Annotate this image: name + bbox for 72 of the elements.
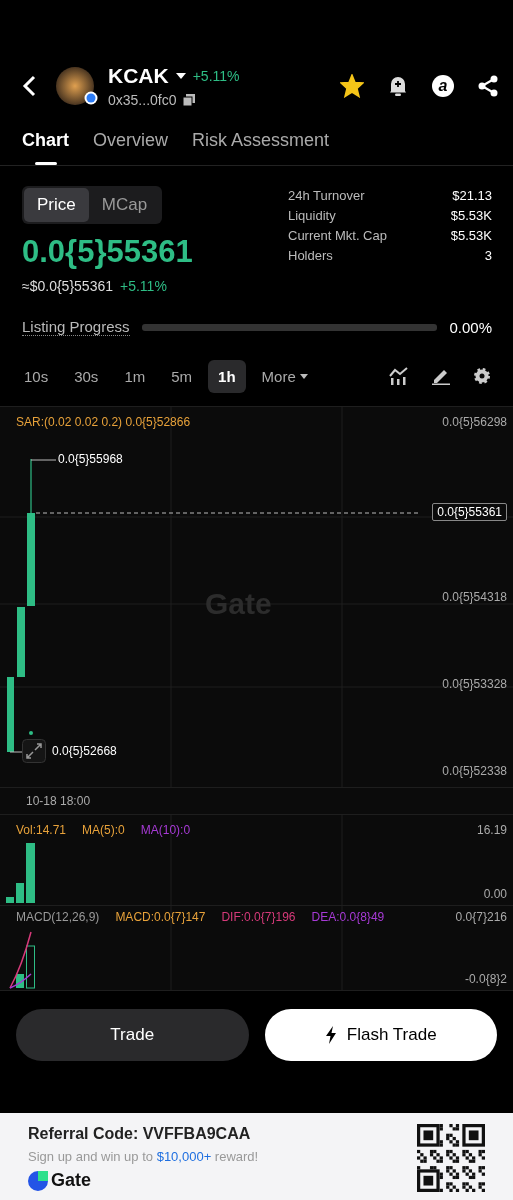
- macd-indicator: DEA:0.0{8}49: [311, 910, 385, 924]
- stat-value: $21.13: [452, 188, 492, 203]
- sar-indicator: SAR:(0.02 0.02 0.2) 0.0{5}52866: [16, 415, 191, 429]
- indicators-icon[interactable]: [389, 367, 409, 385]
- qr-code: [417, 1124, 485, 1192]
- back-icon[interactable]: [22, 75, 36, 97]
- token-name[interactable]: KCAK: [108, 64, 169, 88]
- stat-label: Holders: [288, 248, 333, 263]
- price-axis-label: 0.0{5}53328: [442, 677, 507, 691]
- macd-axis-label: 0.0{7}216: [455, 910, 507, 924]
- tab[interactable]: Risk Assessment: [182, 122, 340, 165]
- interval-tab[interactable]: 1m: [114, 359, 156, 393]
- usd-price: ≈$0.0{5}55361: [22, 278, 113, 294]
- interval-tab[interactable]: 30s: [64, 359, 109, 393]
- bell-icon[interactable]: [387, 75, 409, 97]
- macd-indicator: MACD:0.0{7}147: [115, 910, 206, 924]
- stat-label: Liquidity: [288, 208, 336, 223]
- price-axis-label: 0.0{5}52338: [442, 764, 507, 778]
- gate-logo-icon: [28, 1170, 48, 1191]
- share-icon[interactable]: [477, 75, 499, 97]
- stat-value: $5.53K: [450, 208, 492, 223]
- volume-axis-label: 0.00: [483, 887, 507, 901]
- leader-line: [30, 459, 57, 461]
- token-avatar: [56, 67, 94, 105]
- volume-axis-label: 16.19: [476, 823, 507, 837]
- listing-progress-value: 0.00%: [449, 318, 492, 336]
- volume-indicator: Vol:14.71: [16, 823, 67, 837]
- volume-indicator: MA(10):0: [140, 823, 191, 837]
- brand-name: Gate: [51, 1170, 92, 1191]
- price-change: +5.11%: [192, 68, 240, 84]
- interval-tab[interactable]: 1h: [208, 359, 246, 393]
- price-axis-label: 0.0{5}54318: [442, 590, 507, 604]
- interval-tab[interactable]: 10s: [14, 359, 59, 393]
- trade-button[interactable]: Trade: [16, 1009, 249, 1061]
- macd-indicator: DIF:0.0{7}196: [221, 910, 296, 924]
- verified-badge-icon: [84, 91, 98, 105]
- macd-drawing: [9, 931, 35, 989]
- interval-tab[interactable]: 5m: [161, 359, 203, 393]
- caret-icon: [299, 373, 308, 379]
- stat-value: $5.53K: [450, 228, 492, 243]
- usd-change: +5.11%: [120, 278, 167, 294]
- tab[interactable]: Overview: [83, 122, 179, 165]
- promo-text: Sign up and win up to $10,000+ reward!: [28, 1149, 259, 1164]
- listing-progress-label[interactable]: Listing Progress: [22, 318, 130, 336]
- settings-icon[interactable]: [473, 367, 491, 385]
- lightning-icon: [324, 1026, 337, 1044]
- contract-address: 0x35...0fc0: [108, 92, 177, 108]
- more-intervals-button[interactable]: More: [251, 359, 318, 393]
- copy-icon[interactable]: [182, 94, 195, 106]
- stat-label: Current Mkt. Cap: [288, 228, 387, 243]
- expand-icon[interactable]: [22, 739, 46, 763]
- stat-label: 24h Turnover: [288, 188, 365, 203]
- token-price: 0.0{5}55361: [22, 234, 193, 270]
- volume-indicator: MA(5):0: [82, 823, 125, 837]
- macd-axis-label: -0.0{8}2: [464, 972, 507, 986]
- high-price-label: 0.0{5}55968: [58, 452, 123, 466]
- pencil-icon[interactable]: [431, 367, 451, 385]
- time-axis-label: 10-18 18:00: [26, 794, 91, 808]
- stat-value: 3: [484, 248, 492, 263]
- mode-option[interactable]: Price: [24, 188, 89, 222]
- favorite-star-icon[interactable]: [340, 74, 364, 98]
- macd-indicator: MACD(12,26,9): [16, 910, 100, 924]
- low-price-label: 0.0{5}52668: [52, 744, 117, 758]
- dropdown-caret-icon[interactable]: [175, 72, 186, 80]
- volume-bars-drawing: [6, 843, 35, 903]
- tab[interactable]: Chart: [12, 122, 79, 165]
- current-price-tag: 0.0{5}55361: [432, 503, 507, 521]
- price-axis-label: 0.0{5}56298: [442, 415, 507, 429]
- mode-option[interactable]: MCap: [88, 188, 161, 222]
- referral-code: Referral Code: VVFFBA9CAA: [28, 1125, 252, 1143]
- flash-trade-button[interactable]: Flash Trade: [264, 1009, 497, 1061]
- account-button[interactable]: a: [432, 75, 454, 97]
